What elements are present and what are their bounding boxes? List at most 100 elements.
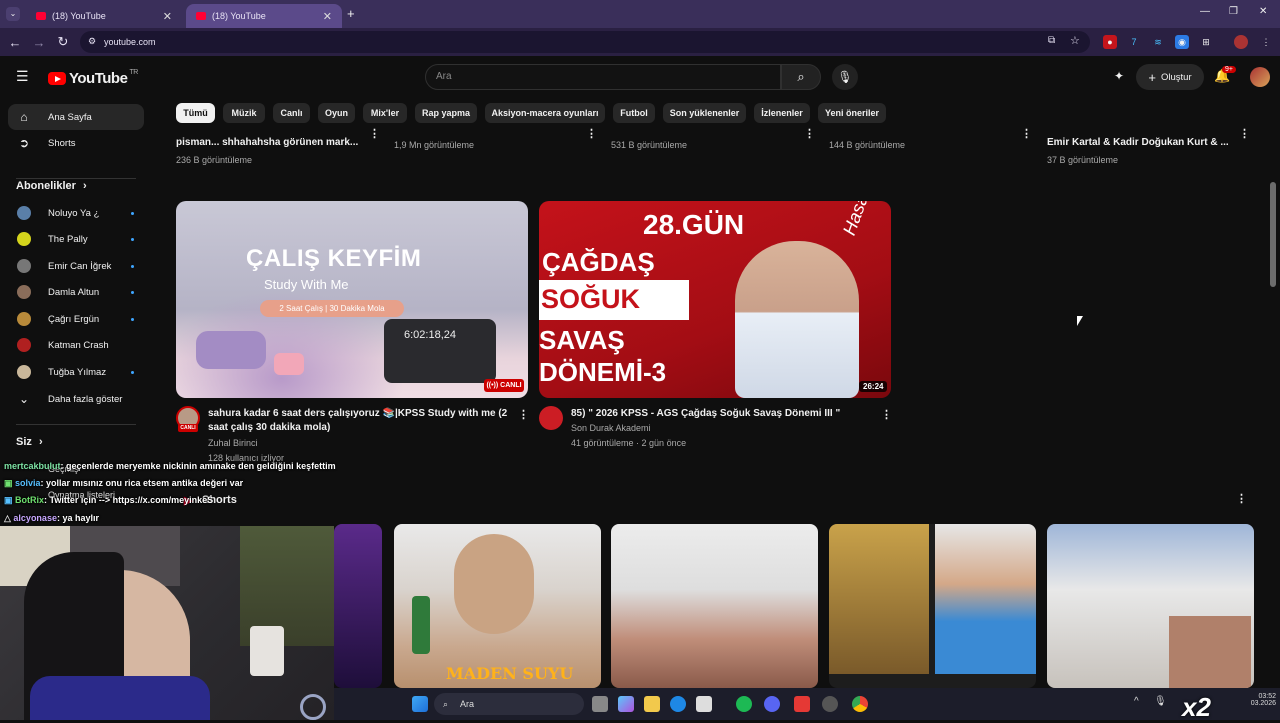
sidebar-sub-2[interactable]: The Pally <box>8 226 144 252</box>
close-tab-icon[interactable]: ✕ <box>163 10 172 23</box>
subscriptions-heading[interactable]: Abonelikler › <box>16 180 87 192</box>
discord-icon[interactable] <box>764 696 780 712</box>
tab-2-active[interactable]: (18) YouTube ✕ <box>186 4 342 28</box>
chip-watched[interactable]: İzlenenler <box>754 103 810 123</box>
sidebar-sub-1[interactable]: Noluyo Ya ¿ <box>8 200 144 226</box>
sidebar-sub-5[interactable]: Çağrı Ergün <box>8 306 144 332</box>
video-title[interactable]: Emir Kartal & Kadir Doğukan Kurt & ... <box>1047 137 1229 148</box>
video-thumbnail-study[interactable]: ÇALIŞ KEYFİM Study With Me 2 Saat Çalış … <box>176 201 528 398</box>
copilot-icon[interactable] <box>618 696 634 712</box>
hamburger-menu-icon[interactable]: ☰ <box>16 68 29 85</box>
tab-1[interactable]: (18) YouTube ✕ <box>26 4 182 28</box>
forward-icon[interactable]: → <box>27 35 51 50</box>
video-menu-icon[interactable]: ⋮ <box>369 127 380 140</box>
short-thumbnail-1[interactable] <box>334 524 382 688</box>
search-button[interactable]: ⌕ <box>781 64 821 90</box>
video-thumbnail-history[interactable]: 28.GÜN ÇAĞDAŞ SOĞUK SAVAŞ DÖNEMİ-3 Hasan… <box>539 201 891 398</box>
store-icon[interactable] <box>696 696 712 712</box>
windows-start-icon[interactable] <box>412 696 428 712</box>
site-info-icon[interactable]: ⚙ <box>88 36 96 47</box>
video-menu-icon[interactable]: ⋮ <box>586 127 597 140</box>
reload-icon[interactable]: ↻ <box>51 34 75 50</box>
task-view-icon[interactable] <box>592 696 608 712</box>
channel-name[interactable]: Son Durak Akademi <box>571 423 651 433</box>
short-thumbnail-2[interactable]: MADEN SUYU <box>394 524 601 688</box>
chip-rap[interactable]: Rap yapma <box>415 103 477 123</box>
restore-icon[interactable]: ❐ <box>1229 6 1238 17</box>
chip-new-to-you[interactable]: Yeni öneriler <box>818 103 886 123</box>
file-explorer-icon[interactable] <box>644 696 660 712</box>
chip-music[interactable]: Müzik <box>223 103 265 123</box>
close-tab-icon[interactable]: ✕ <box>323 10 332 23</box>
edge-browser-icon[interactable] <box>670 696 686 712</box>
tray-chevron-icon[interactable]: ^ <box>1134 696 1139 707</box>
short-thumbnail-3[interactable] <box>611 524 818 688</box>
extension-icon[interactable]: 7 <box>1127 35 1141 49</box>
video-menu-icon[interactable]: ⋮ <box>1239 127 1250 140</box>
sidebar-sub-6[interactable]: Katman Crash <box>8 332 144 358</box>
video-title[interactable]: sahura kadar 6 saat ders çalışıyoruz 📚|K… <box>208 407 507 421</box>
short-thumbnail-4[interactable] <box>829 524 1036 688</box>
video-menu-icon[interactable]: ⋮ <box>1021 127 1032 140</box>
sidebar-item-shorts[interactable]: ➲ Shorts <box>8 130 144 156</box>
channel-name[interactable]: Zuhal Birinci <box>208 438 258 448</box>
video-title[interactable]: 85) " 2026 KPSS - AGS Çağdaş Soğuk Savaş… <box>571 407 840 421</box>
chip-gaming[interactable]: Oyun <box>318 103 355 123</box>
video-title-line2[interactable]: saat çalış 30 dakika mola) <box>208 421 330 435</box>
short-face <box>454 534 534 634</box>
address-bar[interactable]: ⚙ youtube.com ⧉ ☆ <box>80 31 1090 53</box>
extension-icon[interactable]: ◉ <box>1175 35 1189 49</box>
channel-avatar[interactable] <box>539 406 563 430</box>
tab-search-icon[interactable]: ⌄ <box>6 7 20 21</box>
app-icon[interactable] <box>822 696 838 712</box>
sidebar-item-label: Shorts <box>48 137 76 149</box>
search-input[interactable]: Ara <box>425 64 781 90</box>
cast-icon[interactable]: ⧉ <box>1048 35 1055 46</box>
minimize-icon[interactable]: — <box>1200 6 1210 17</box>
chrome-icon[interactable] <box>852 696 868 712</box>
chip-live[interactable]: Canlı <box>273 103 310 123</box>
close-window-icon[interactable]: ✕ <box>1259 6 1267 17</box>
video-menu-icon[interactable]: ⋮ <box>881 408 892 421</box>
short-thumbnail-5[interactable] <box>1047 524 1254 688</box>
chip-mixes[interactable]: Mix'ler <box>363 103 407 123</box>
short-bottle <box>412 596 430 654</box>
chip-action-adventure[interactable]: Aksiyon-macera oyunları <box>485 103 605 123</box>
chip-football[interactable]: Futbol <box>613 103 655 123</box>
extensions-puzzle-icon[interactable]: ⊞ <box>1199 35 1213 49</box>
show-more-button[interactable]: ⌄ Daha fazla göster <box>8 386 144 412</box>
notification-badge: 9+ <box>1222 66 1236 73</box>
taskbar-search[interactable]: ⌕ Ara <box>434 693 584 715</box>
extension-icon[interactable]: ● <box>1103 35 1117 49</box>
you-heading[interactable]: Siz › <box>16 436 43 448</box>
back-icon[interactable]: ← <box>3 35 27 50</box>
youtube-logo[interactable]: YouTube TR <box>48 69 138 87</box>
video-title[interactable]: pisman... shhahahsha görünen mark... <box>176 137 358 148</box>
ai-sparkle-icon[interactable]: ✦ <box>1114 69 1124 83</box>
video-menu-icon[interactable]: ⋮ <box>518 408 529 421</box>
sidebar-sub-3[interactable]: Emir Can İğrek <box>8 253 144 279</box>
sidebar-item-home[interactable]: ⌂ Ana Sayfa <box>8 104 144 130</box>
menu-kebab-icon[interactable]: ⋮ <box>1259 35 1273 49</box>
webcam-sweater <box>30 676 210 720</box>
create-button[interactable]: + Oluştur <box>1136 64 1204 90</box>
video-menu-icon[interactable]: ⋮ <box>804 127 815 140</box>
shorts-menu-icon[interactable]: ⋮ <box>1236 492 1247 505</box>
app-icon[interactable] <box>794 696 810 712</box>
voice-search-icon[interactable]: 🎙 <box>832 64 858 90</box>
page-scrollbar-thumb[interactable] <box>1270 182 1276 287</box>
chip-all[interactable]: Tümü <box>176 103 215 123</box>
sidebar-sub-7[interactable]: Tuğba Yılmaz <box>8 359 144 385</box>
chat-badge-icon: ▣ <box>4 495 16 505</box>
sidebar-sub-4[interactable]: Damla Altun <box>8 279 144 305</box>
spotify-icon[interactable] <box>736 696 752 712</box>
microphone-icon[interactable]: 🎙 <box>1154 696 1167 707</box>
logo-country: TR <box>129 69 138 76</box>
account-avatar[interactable] <box>1250 67 1270 87</box>
new-tab-icon[interactable]: + <box>347 6 355 21</box>
clock[interactable]: 03:52 03.2026 <box>1240 693 1276 707</box>
profile-avatar[interactable] <box>1234 35 1248 49</box>
bookmark-star-icon[interactable]: ☆ <box>1070 34 1080 47</box>
chip-recently-uploaded[interactable]: Son yüklenenler <box>663 103 746 123</box>
extension-icon[interactable]: ≋ <box>1151 35 1165 49</box>
